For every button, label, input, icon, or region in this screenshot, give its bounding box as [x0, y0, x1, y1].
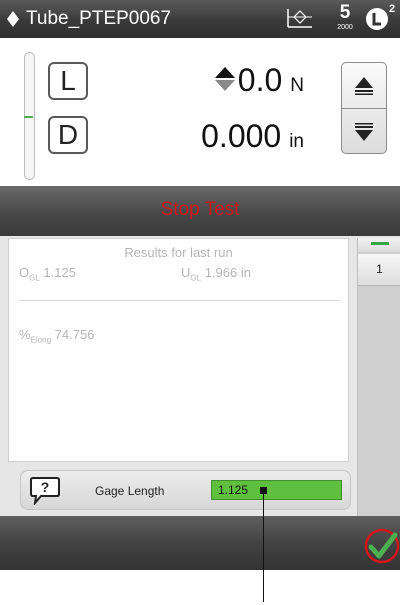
tab-collapse-handle[interactable] [358, 238, 400, 252]
test-title[interactable]: Tube_PTEP0067 [26, 8, 171, 30]
method-badge-number: 5 [339, 2, 351, 23]
results-panel: Results for last run OGL 1.125 UGL 1.966… [8, 238, 349, 462]
jog-control [341, 62, 387, 154]
stop-test-button[interactable]: Stop Test [0, 186, 400, 236]
jog-up-button[interactable] [342, 63, 386, 109]
side-tabs: 1 [357, 238, 400, 516]
title-bar: Tube_PTEP0067 5 2000 2 [0, 0, 400, 38]
method-5-icon[interactable]: 5 2000 [332, 2, 358, 36]
bottom-bar [0, 516, 400, 570]
device-screen: Tube_PTEP0067 5 2000 2 L D 0.0 N 0.000 i… [0, 0, 400, 570]
ogl-subscript: GL [29, 273, 40, 283]
diamond-up-down-icon[interactable] [6, 10, 20, 28]
displacement-readout: 0.000 in [201, 118, 304, 155]
jog-down-button[interactable] [342, 109, 386, 153]
tab-1[interactable]: 1 [358, 254, 400, 286]
jog-down-icon [355, 123, 373, 141]
results-divider [19, 300, 340, 301]
gage-length-label: Gage Length [95, 484, 165, 498]
callout-line [263, 490, 264, 602]
ugl-result: UGL 1.966 in [181, 265, 251, 283]
position-marker [24, 116, 33, 118]
load-button[interactable]: L [48, 62, 88, 100]
displacement-unit: in [289, 131, 304, 152]
stop-test-label: Stop Test [160, 199, 240, 220]
readout-panel: L D 0.0 N 0.000 in [0, 38, 400, 186]
minus-icon [371, 242, 389, 245]
elong-value: 74.756 [54, 327, 95, 342]
load-unit: N [290, 75, 304, 96]
elong-subscript: Elong [30, 335, 52, 345]
ogl-symbol: O [19, 265, 30, 280]
elongation-result: %Elong 74.756 [19, 327, 94, 345]
method-badge-caption: 2000 [337, 24, 353, 31]
up-down-triangle-icon [214, 67, 235, 91]
svg-text:?: ? [41, 479, 50, 495]
gage-length-input[interactable]: 1.125 [211, 480, 342, 500]
displacement-button[interactable]: D [48, 116, 88, 154]
elong-symbol: % [19, 327, 31, 342]
user-level: 2 [389, 3, 396, 15]
ugl-symbol: U [181, 265, 191, 280]
lock-level-icon[interactable] [365, 7, 389, 31]
load-readout: 0.0 N [214, 62, 304, 99]
accept-check-icon[interactable] [362, 526, 400, 566]
gage-length-icon[interactable] [284, 6, 314, 30]
help-icon[interactable]: ? [29, 475, 61, 505]
displacement-value: 0.000 [201, 118, 282, 154]
ogl-value: 1.125 [43, 265, 76, 280]
position-indicator [24, 52, 35, 180]
gage-length-panel: ? Gage Length 1.125 [20, 470, 351, 510]
ogl-result: OGL 1.125 [19, 265, 76, 283]
ugl-value: 1.966 in [204, 265, 251, 280]
ugl-subscript: GL [190, 273, 202, 283]
results-heading: Results for last run [124, 245, 233, 260]
load-value: 0.0 [237, 62, 283, 98]
jog-up-icon [355, 76, 373, 95]
